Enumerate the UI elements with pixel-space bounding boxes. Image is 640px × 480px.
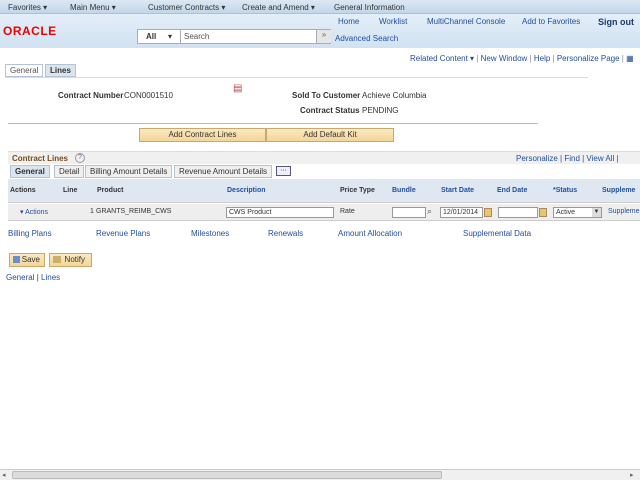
search-icon[interactable]: ⌕: [427, 206, 432, 217]
document-icon[interactable]: ▤: [233, 83, 242, 94]
col-line: Line: [63, 187, 78, 194]
related-content-menu[interactable]: Related Content ▾: [410, 54, 474, 63]
search-scope-select[interactable]: All: [146, 32, 156, 41]
col-product[interactable]: Product: [97, 187, 123, 194]
bottom-general-link[interactable]: General: [6, 273, 34, 282]
tab-divider: [5, 77, 588, 78]
end-date-input[interactable]: [498, 207, 538, 218]
search-go-icon[interactable]: »: [316, 30, 331, 43]
col-end-date[interactable]: End Date: [497, 187, 527, 194]
worklist-link[interactable]: Worklist: [379, 17, 407, 26]
contract-status: PENDING: [362, 106, 399, 115]
scroll-left-icon[interactable]: ◂: [2, 471, 6, 479]
notify-icon: [53, 256, 61, 263]
description-input[interactable]: CWS Product: [226, 207, 334, 218]
save-icon: [13, 256, 20, 263]
breadcrumb-bar: Favorites ▾ Main Menu ▾ Customer Contrac…: [0, 0, 640, 14]
billing-plans-link[interactable]: Billing Plans: [8, 229, 52, 238]
revenue-plans-link[interactable]: Revenue Plans: [96, 229, 150, 238]
contract-number-label: Contract Number: [58, 91, 124, 100]
grid-icon[interactable]: ▦: [626, 54, 634, 63]
col-bundle[interactable]: Bundle: [392, 187, 416, 194]
grid-tab-detail[interactable]: Detail: [54, 165, 85, 178]
add-favorites-link[interactable]: Add to Favorites: [522, 17, 580, 26]
grid-tab-billing[interactable]: Billing Amount Details: [85, 165, 173, 178]
add-default-kit-button[interactable]: Add Default Kit: [266, 128, 394, 142]
contract-number: CON0001510: [124, 91, 173, 100]
chevron-down-icon[interactable]: ▾: [168, 32, 172, 41]
col-status[interactable]: *Status: [553, 187, 577, 194]
favorites-menu[interactable]: Favorites ▾: [8, 3, 47, 12]
contract-status-label: Contract Status: [300, 106, 360, 115]
horizontal-scrollbar[interactable]: ◂ ▸: [0, 469, 640, 480]
separator: |: [36, 273, 39, 282]
help-icon[interactable]: ?: [75, 153, 85, 163]
amount-allocation-link[interactable]: Amount Allocation: [338, 229, 402, 238]
personalize-page-link[interactable]: Personalize Page: [557, 54, 620, 63]
show-all-columns-icon[interactable]: ⋯: [276, 166, 291, 176]
tab-general[interactable]: General: [5, 64, 44, 77]
milestones-link[interactable]: Milestones: [191, 229, 229, 238]
search-input[interactable]: Search: [180, 30, 315, 43]
help-link[interactable]: Help: [534, 54, 550, 63]
breadcrumb-create-amend[interactable]: Create and Amend ▾: [242, 3, 315, 12]
col-start-date[interactable]: Start Date: [441, 187, 474, 194]
tab-lines[interactable]: Lines: [45, 64, 76, 77]
col-actions: Actions: [10, 187, 36, 194]
row-product: GRANTS_REIMB_CWS: [96, 208, 172, 215]
breadcrumb-customer-contracts[interactable]: Customer Contracts ▾: [148, 3, 225, 12]
grid-tab-revenue[interactable]: Revenue Amount Details: [174, 165, 273, 178]
main-menu[interactable]: Main Menu ▾: [70, 3, 116, 12]
col-description[interactable]: Description: [227, 187, 266, 194]
scrollbar-thumb[interactable]: [12, 471, 442, 479]
new-window-link[interactable]: New Window: [481, 54, 528, 63]
home-link[interactable]: Home: [338, 17, 359, 26]
chevron-down-icon[interactable]: ▼: [592, 208, 601, 217]
contract-lines-header: Contract Lines ? Personalize | Find | Vi…: [8, 151, 640, 164]
bottom-nav: General | Lines: [6, 273, 60, 282]
grid-title: Contract Lines: [12, 154, 69, 163]
page-toolbar: Related Content ▾ | New Window | Help | …: [410, 54, 634, 63]
save-button[interactable]: Save: [9, 253, 45, 267]
calendar-icon[interactable]: [539, 208, 547, 217]
search-bar: All ▾ Search »: [137, 29, 331, 44]
supplemental-data-link[interactable]: Supplemental Data: [463, 229, 531, 238]
col-supplemental[interactable]: Suppleme: [602, 187, 635, 194]
bottom-lines-link[interactable]: Lines: [41, 273, 60, 282]
breadcrumb-current: General Information: [334, 3, 405, 12]
divider: [8, 123, 538, 124]
add-contract-lines-button[interactable]: Add Contract Lines: [139, 128, 266, 142]
start-date-input[interactable]: 12/01/2014: [440, 207, 483, 218]
sold-to-label: Sold To Customer: [292, 91, 361, 100]
table-row: ▾ Actions 1 GRANTS_REIMB_CWS CWS Product…: [8, 204, 640, 221]
grid-nav-links[interactable]: Personalize | Find | View All |: [516, 154, 619, 163]
col-price-type: Price Type: [340, 187, 375, 194]
grid-header-row: Actions Line Product Description Price T…: [8, 179, 640, 203]
bundle-input[interactable]: [392, 207, 426, 218]
scroll-right-icon[interactable]: ▸: [630, 471, 634, 479]
supplemental-link[interactable]: Suppleme: [608, 208, 640, 215]
notify-button[interactable]: Notify: [49, 253, 92, 267]
sign-out-link[interactable]: Sign out: [598, 17, 634, 27]
calendar-icon[interactable]: [484, 208, 492, 217]
renewals-link[interactable]: Renewals: [268, 229, 303, 238]
multichannel-link[interactable]: MultiChannel Console: [427, 17, 505, 26]
oracle-logo: ORACLE: [3, 24, 57, 38]
sold-to-customer: Achieve Columbia: [362, 91, 427, 100]
advanced-search-link[interactable]: Advanced Search: [335, 34, 398, 43]
row-price-type: Rate: [340, 208, 355, 215]
row-line: 1: [90, 208, 94, 215]
status-select[interactable]: Active ▼: [553, 207, 602, 218]
grid-tab-general[interactable]: General: [10, 165, 50, 178]
row-actions-menu[interactable]: ▾ Actions: [20, 208, 48, 216]
status-value: Active: [556, 209, 576, 216]
